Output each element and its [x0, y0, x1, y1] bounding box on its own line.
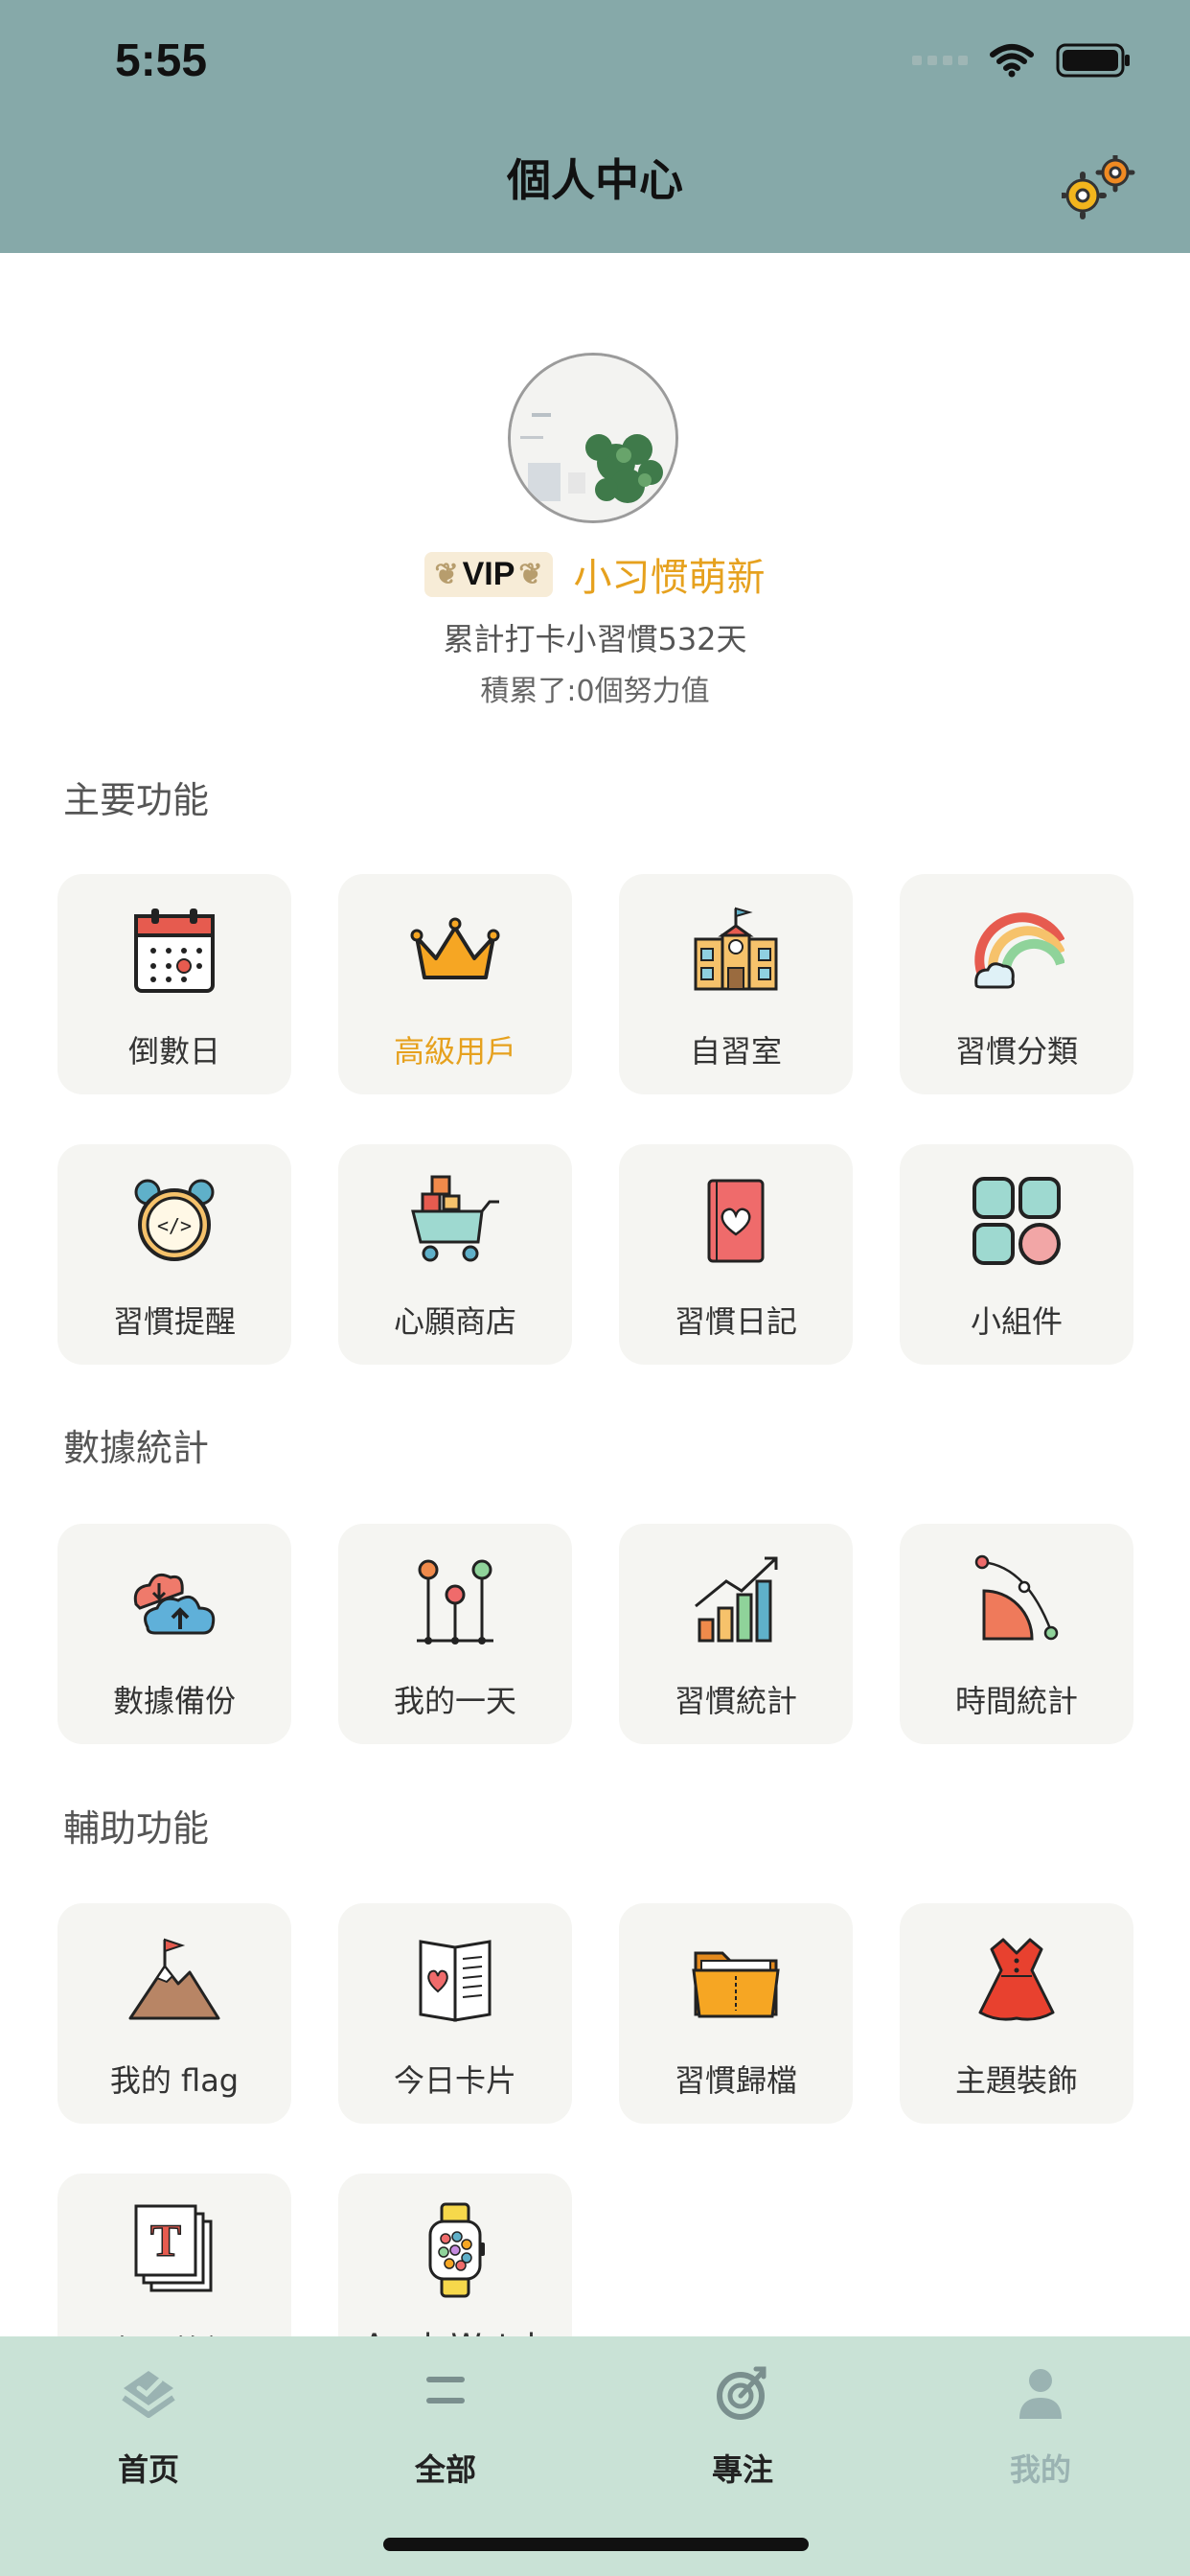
tile-label: 倒數日 [127, 1033, 220, 1070]
tile-habit-reminder[interactable]: </> 習慣提醒 [57, 1144, 291, 1365]
folder-icon [692, 1951, 780, 2018]
tile-study-room[interactable]: 自習室 [619, 874, 853, 1094]
tile-label: 習慣歸檔 [674, 2062, 797, 2099]
tile-label: 今日卡片 [393, 2062, 516, 2099]
home-icon [122, 2371, 175, 2418]
crown-icon [410, 917, 500, 979]
card-icon [419, 1940, 492, 2022]
laurel-right-icon: ❦ [518, 558, 543, 590]
tile-habit-stats[interactable]: 習慣統計 [619, 1524, 853, 1744]
pie-slice-icon [974, 1554, 1059, 1641]
tile-countdown[interactable]: 倒數日 [57, 874, 291, 1094]
shopping-cart-icon [411, 1175, 499, 1262]
home-indicator[interactable] [383, 2538, 809, 2551]
effort-value: 積累了:0個努力值 [480, 675, 710, 708]
section-title-main: 主要功能 [63, 779, 210, 821]
tab-label: 首页 [117, 2451, 179, 2488]
avatar[interactable] [508, 353, 678, 523]
mountain-flag-icon [128, 1938, 220, 2020]
status-time: 5:55 [115, 35, 208, 86]
tile-label: 我的 flag [109, 2062, 240, 2099]
tile-label: 數據備份 [112, 1683, 236, 1719]
tab-label: 全部 [414, 2451, 476, 2488]
bar-chart-icon [695, 1556, 778, 1643]
tile-premium[interactable]: 高級用戶 [338, 874, 572, 1094]
tile-habit-archive[interactable]: 習慣歸檔 [619, 1903, 853, 2124]
tile-label: 心願商店 [393, 1303, 516, 1340]
section-title-aux: 輔助功能 [63, 1807, 210, 1850]
tile-habit-category[interactable]: 習慣分類 [900, 874, 1133, 1094]
tile-data-backup[interactable]: 數據備份 [57, 1524, 291, 1744]
person-icon [1019, 2369, 1062, 2419]
tile-label: 小組件 [970, 1303, 1063, 1340]
wifi-icon [990, 44, 1034, 78]
tile-label: 自習室 [689, 1033, 782, 1070]
widgets-icon [973, 1177, 1061, 1265]
target-icon [717, 2366, 767, 2420]
vip-badge: ❦ VIP ❦ [424, 551, 553, 597]
vip-label: VIP [462, 555, 515, 592]
tile-time-stats[interactable]: 時間統計 [900, 1524, 1133, 1744]
rainbow-icon [974, 912, 1064, 989]
settings-gear-icon[interactable] [1062, 155, 1136, 220]
vip-row: ❦ VIP ❦ 小习惯萌新 [0, 546, 1190, 602]
calendar-icon [134, 908, 215, 993]
svg-text:T: T [150, 2216, 181, 2266]
tile-label: 主題裝飾 [954, 2062, 1078, 2099]
tab-me[interactable]: 我的 [935, 2356, 1146, 2509]
tab-label: 我的 [1009, 2451, 1071, 2488]
tile-label: 我的一天 [393, 1683, 516, 1719]
tab-label: 專注 [711, 2451, 773, 2488]
laurel-left-icon: ❦ [434, 558, 459, 590]
school-icon [694, 907, 778, 991]
tile-label: 高級用戶 [393, 1033, 516, 1070]
tile-habit-diary[interactable]: 習慣日記 [619, 1144, 853, 1365]
tile-label: 習慣分類 [954, 1033, 1078, 1070]
timeline-icon [417, 1559, 493, 1644]
tile-my-day[interactable]: 我的一天 [338, 1524, 572, 1744]
avatar-photo [511, 356, 675, 520]
tile-theme-decor[interactable]: 主題裝飾 [900, 1903, 1133, 2124]
heart-book-icon [707, 1179, 765, 1263]
header-bar: 5:55 個人中心 [0, 0, 1190, 253]
cloud-backup-icon [133, 1573, 216, 1635]
watch-icon [428, 2202, 485, 2298]
section-title-stats: 數據統計 [63, 1427, 210, 1469]
list-icon [426, 2377, 465, 2404]
text-cards-icon: T [134, 2204, 213, 2292]
tile-wish-shop[interactable]: 心願商店 [338, 1144, 572, 1365]
tile-label: 習慣提醒 [112, 1303, 236, 1340]
dress-icon [978, 1938, 1055, 2021]
battery-icon [1056, 43, 1130, 78]
username: 小习惯萌新 [573, 556, 766, 600]
tile-my-flag[interactable]: 我的 flag [57, 1903, 291, 2124]
status-icons [912, 42, 1133, 79]
page-title: 個人中心 [507, 154, 683, 206]
tile-daily-card[interactable]: 今日卡片 [338, 1903, 572, 2124]
tile-label: 時間統計 [954, 1683, 1078, 1719]
svg-text:</>: </> [157, 1214, 192, 1237]
tile-label: 習慣日記 [674, 1303, 797, 1340]
tab-home[interactable]: 首页 [43, 2356, 254, 2509]
tile-label: 習慣統計 [674, 1683, 797, 1719]
checkin-days: 累計打卡小習慣532天 [443, 621, 747, 657]
alarm-clock-icon: </> [134, 1179, 215, 1261]
tile-widgets[interactable]: 小組件 [900, 1144, 1133, 1365]
tab-all[interactable]: 全部 [340, 2356, 551, 2509]
tab-focus[interactable]: 專注 [637, 2356, 848, 2509]
signal-icon [912, 56, 968, 65]
